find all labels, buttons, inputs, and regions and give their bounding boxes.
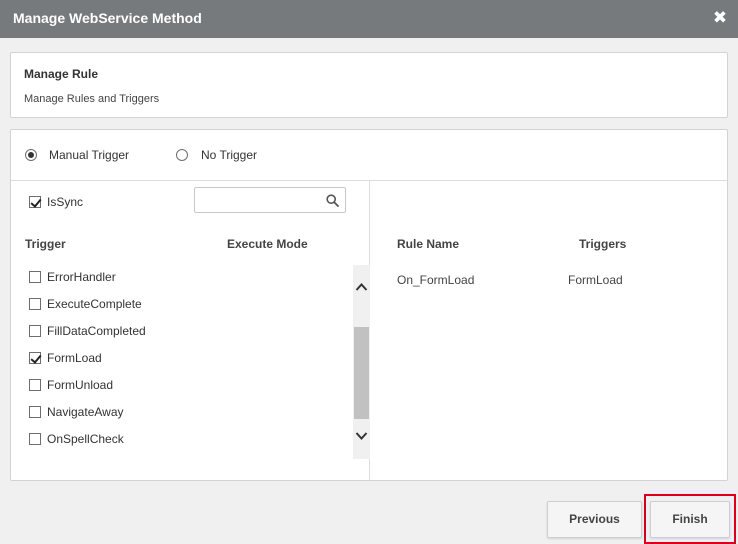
list-item[interactable]: NavigateAway xyxy=(11,400,351,427)
list-item[interactable]: ErrorHandler xyxy=(11,265,351,292)
trigger-checkbox[interactable] xyxy=(29,379,41,391)
rule-name-cell[interactable]: On_FormLoad xyxy=(397,273,474,287)
trigger-label: FormUnload xyxy=(47,378,114,392)
list-item[interactable]: ExecuteComplete xyxy=(11,292,351,319)
rule-triggers-cell[interactable]: FormLoad xyxy=(568,273,623,287)
rules-table-pane: Rule Name Triggers On_FormLoad FormLoad xyxy=(371,181,727,480)
list-item[interactable]: OnSpellCheck xyxy=(11,427,351,454)
scrollbar-thumb[interactable] xyxy=(354,327,369,419)
no-trigger-radio[interactable] xyxy=(176,149,188,161)
trigger-list: ErrorHandler ExecuteComplete FillDataCom… xyxy=(11,265,353,459)
previous-button[interactable]: Previous xyxy=(547,501,642,538)
trigger-list-pane: IsSync Trigger Execute Mode ErrorHandler… xyxy=(11,181,370,480)
trigger-checkbox[interactable] xyxy=(29,352,41,364)
header-subtitle: Manage Rules and Triggers xyxy=(24,93,160,105)
issync-label[interactable]: IsSync xyxy=(47,195,83,209)
rule-name-column-header: Rule Name xyxy=(397,237,460,251)
search-box xyxy=(194,187,346,213)
trigger-label: ExecuteComplete xyxy=(47,297,142,311)
list-item[interactable]: FormLoad xyxy=(11,346,351,373)
close-icon[interactable]: ✖ xyxy=(712,8,728,28)
no-trigger-label[interactable]: No Trigger xyxy=(201,148,257,162)
chevron-down-icon[interactable] xyxy=(353,428,370,444)
trigger-checkbox[interactable] xyxy=(29,406,41,418)
list-item[interactable]: FormUnload xyxy=(11,373,351,400)
trigger-column-header: Trigger xyxy=(25,237,66,251)
trigger-checkbox[interactable] xyxy=(29,271,41,283)
manage-rule-header: Manage Rule Manage Rules and Triggers xyxy=(10,52,728,118)
list-item-partial[interactable] xyxy=(11,454,351,459)
trigger-mode-row: Manual Trigger No Trigger xyxy=(11,130,727,181)
dialog-title: Manage WebService Method xyxy=(13,10,202,26)
trigger-checkbox[interactable] xyxy=(29,325,41,337)
execute-mode-column-header: Execute Mode xyxy=(227,237,308,251)
dialog-titlebar: Manage WebService Method ✖ xyxy=(0,0,738,38)
issync-checkbox[interactable] xyxy=(29,196,41,208)
rules-panel: Manual Trigger No Trigger IsSync Trigger… xyxy=(10,129,728,481)
trigger-checkbox[interactable] xyxy=(29,433,41,445)
trigger-label: FillDataCompleted xyxy=(47,324,146,338)
trigger-label: NavigateAway xyxy=(47,405,124,419)
trigger-label: FormLoad xyxy=(47,351,102,365)
trigger-checkbox[interactable] xyxy=(29,298,41,310)
list-item[interactable]: FillDataCompleted xyxy=(11,319,351,346)
trigger-label: OnSpellCheck xyxy=(47,432,124,446)
manual-trigger-label[interactable]: Manual Trigger xyxy=(49,148,129,162)
trigger-list-scrollbar[interactable] xyxy=(353,265,370,459)
header-title: Manage Rule xyxy=(24,67,99,81)
trigger-label: ErrorHandler xyxy=(47,270,116,284)
triggers-column-header: Triggers xyxy=(579,237,627,251)
finish-button[interactable]: Finish xyxy=(650,501,730,538)
search-input[interactable] xyxy=(195,188,317,212)
chevron-up-icon[interactable] xyxy=(353,279,370,295)
manual-trigger-radio[interactable] xyxy=(25,149,37,161)
search-icon[interactable] xyxy=(326,194,339,207)
